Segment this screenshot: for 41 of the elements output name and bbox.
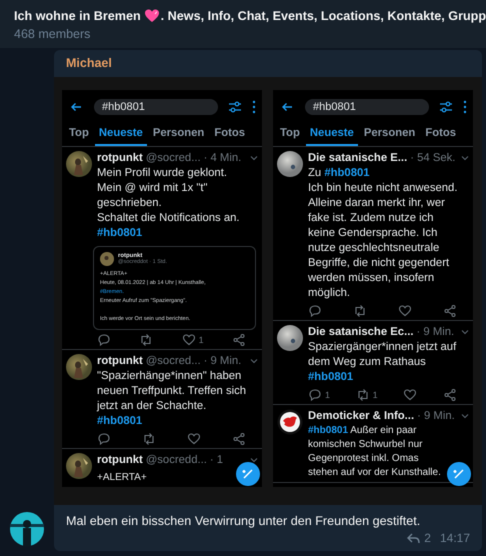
tab[interactable]: Fotos xyxy=(421,122,460,146)
tweet-time: · 4 Min. xyxy=(204,152,242,164)
tweet-text: Zu #hb0801 Ich bin heute nicht anwesend. Alleine daran merkt ihr, wer fake ist. Zudem nutze ich keine Gendersprache. Ich nutze geschlechtsneutrale Begriffe, die nicht gegendert werden müssen, insofern möglich. xyxy=(308,166,458,301)
tweet-time: · 9 Min. xyxy=(204,355,242,367)
tweet-text: +ALERTA+ xyxy=(97,471,147,485)
tweet-time: · 9 Min. xyxy=(416,326,454,338)
tweet-text: #hb0801 Außer ein paar komischen Schwurbel nur Gegenprotest inkl. Omas stehen auf vor der Kunsthalle. xyxy=(308,424,441,480)
author-name: rotpunkt xyxy=(97,454,143,466)
author-handle: @socredd... xyxy=(146,454,207,466)
reply-count[interactable]: 2 xyxy=(424,531,431,545)
action-count: 1 xyxy=(198,334,204,344)
tab[interactable]: Top xyxy=(65,122,93,146)
action-count: 1 xyxy=(325,390,330,400)
tab[interactable]: Personen xyxy=(360,122,420,146)
author-name: Demoticker & Info... xyxy=(308,410,414,422)
author-name: rotpunkt xyxy=(97,152,143,164)
tweet-time: · 54 Sek. xyxy=(410,152,456,164)
search-field[interactable]: #hb0801 xyxy=(94,99,218,115)
action-count: 1 xyxy=(372,390,378,400)
tweet-text: "Spazierhänge*innen" haben neuen Treffpunkt. Treffen sich jetzt an der Schachte. #hb0801 xyxy=(97,369,248,429)
tab[interactable]: Fotos xyxy=(210,122,250,146)
author-handle: @socred... xyxy=(146,355,201,367)
sender-name[interactable]: Michael xyxy=(54,50,482,77)
tweet-text: Spaziergänger*innen jetzt auf dem Weg zum Rathaus #hb0801 xyxy=(308,340,458,385)
author-name: Die satanische E... xyxy=(308,152,408,164)
tweet-text: Mein Profil wurde geklont. Mein @ wird mit 1x "t" geschrieben. Schaltet die Notifications an. #hb0801 xyxy=(97,166,241,241)
tweet-time: · 9 Min. xyxy=(417,410,455,422)
message-time: 14:17 xyxy=(440,531,470,545)
member-count: 468 members xyxy=(14,27,92,41)
tab[interactable]: Top xyxy=(276,122,304,146)
message-text: Mal eben ein bisschen Verwirrung unter den Freunden gestiftet. xyxy=(65,513,422,528)
tab[interactable]: Neueste xyxy=(306,122,358,146)
author-handle: @socred... xyxy=(146,152,201,164)
tweet-time: · 1 xyxy=(210,454,224,466)
chat-title: . News, Info, Chat, Events, Locations, Kontakte, Grupp xyxy=(160,8,486,22)
chat-title: Ich wohne in Bremen xyxy=(14,8,141,22)
tab[interactable]: Personen xyxy=(148,122,208,146)
search-field[interactable]: #hb0801 xyxy=(305,99,429,115)
tab[interactable]: Neueste xyxy=(94,122,147,146)
author-name: rotpunkt xyxy=(97,355,143,367)
author-name: Die satanische Ec... xyxy=(308,326,414,338)
